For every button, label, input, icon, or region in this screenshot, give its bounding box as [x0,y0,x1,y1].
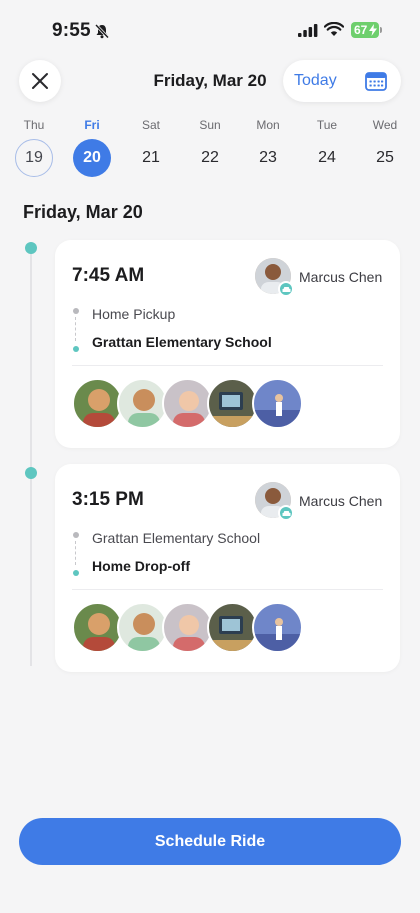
day-wed[interactable]: Wed 25 [356,117,414,177]
rider-avatar[interactable] [207,602,258,653]
day-name: Thu [23,118,45,132]
day-name: Tue [316,118,338,132]
day-name: Wed [372,118,398,132]
driver-name: Marcus Chen [299,493,383,509]
section-title: Friday, Mar 20 [23,202,143,222]
day-name: Fri [84,118,100,132]
ride-time: 7:45 AM [72,265,145,286]
status-time: 9:55 [52,20,91,41]
today-button[interactable]: Today [283,60,401,102]
day-number: 25 [376,149,394,166]
bell-slash-icon [94,23,110,39]
day-number: 21 [142,149,160,166]
car-badge [278,281,294,297]
day-number: 24 [318,149,336,166]
rider-avatar[interactable] [162,602,213,653]
rider-avatar[interactable] [252,602,303,653]
battery-level: 67 [354,23,368,37]
destination-dot [73,346,79,352]
day-name: Sat [141,118,160,132]
route-origin: Grattan Elementary School [92,530,261,546]
car-badge [278,505,294,521]
week-strip: Thu 19 Fri 20 Sat 21 Sun 22 Mon 23 Tue 2… [4,117,416,181]
rider-avatar[interactable] [117,378,168,429]
destination-dot [73,570,79,576]
route-connector [75,541,76,565]
status-bar: 9:55 67 [0,0,420,56]
route-origin: Home Pickup [92,306,176,322]
rider-avatar[interactable] [207,378,258,429]
day-number-selected: 20 [73,139,111,177]
day-tue[interactable]: Tue 24 [298,117,356,177]
rider-avatar[interactable] [162,378,213,429]
ride-time: 3:15 PM [72,489,144,510]
calendar-icon[interactable] [365,71,387,91]
signal-icon [298,24,318,37]
car-icon [282,510,290,516]
rider-avatar[interactable] [72,378,123,429]
timeline-line [30,248,32,666]
timeline-dot [25,242,37,254]
driver-name: Marcus Chen [299,269,383,285]
day-mon[interactable]: Mon 23 [239,117,297,177]
wifi-icon [324,22,344,36]
card-divider [72,365,383,366]
route-destination: Grattan Elementary School [92,334,272,350]
battery-cap [380,27,382,33]
day-fri[interactable]: Fri 20 [63,117,121,177]
day-name: Sun [199,118,221,132]
day-sat[interactable]: Sat 21 [122,117,180,177]
day-sun[interactable]: Sun 22 [181,117,239,177]
ride-card[interactable]: 3:15 PM Marcus Chen Grattan Elementary S… [55,464,400,672]
today-label: Today [294,72,337,89]
rider-avatar[interactable] [117,602,168,653]
rider-avatar[interactable] [252,378,303,429]
origin-dot [73,308,79,314]
day-number: 23 [259,149,277,166]
rider-avatar[interactable] [72,602,123,653]
day-number: 19 [15,139,53,177]
charging-bolt-icon [369,24,377,36]
schedule-ride-button[interactable]: Schedule Ride [19,818,401,865]
route-connector [75,317,76,341]
day-name: Mon [256,118,280,132]
timeline-dot [25,467,37,479]
ride-card[interactable]: 7:45 AM Marcus Chen Home Pickup Grattan … [55,240,400,448]
car-icon [282,286,290,292]
route-destination: Home Drop-off [92,558,190,574]
card-divider [72,589,383,590]
day-number: 22 [201,149,219,166]
day-thu[interactable]: Thu 19 [5,117,63,177]
origin-dot [73,532,79,538]
